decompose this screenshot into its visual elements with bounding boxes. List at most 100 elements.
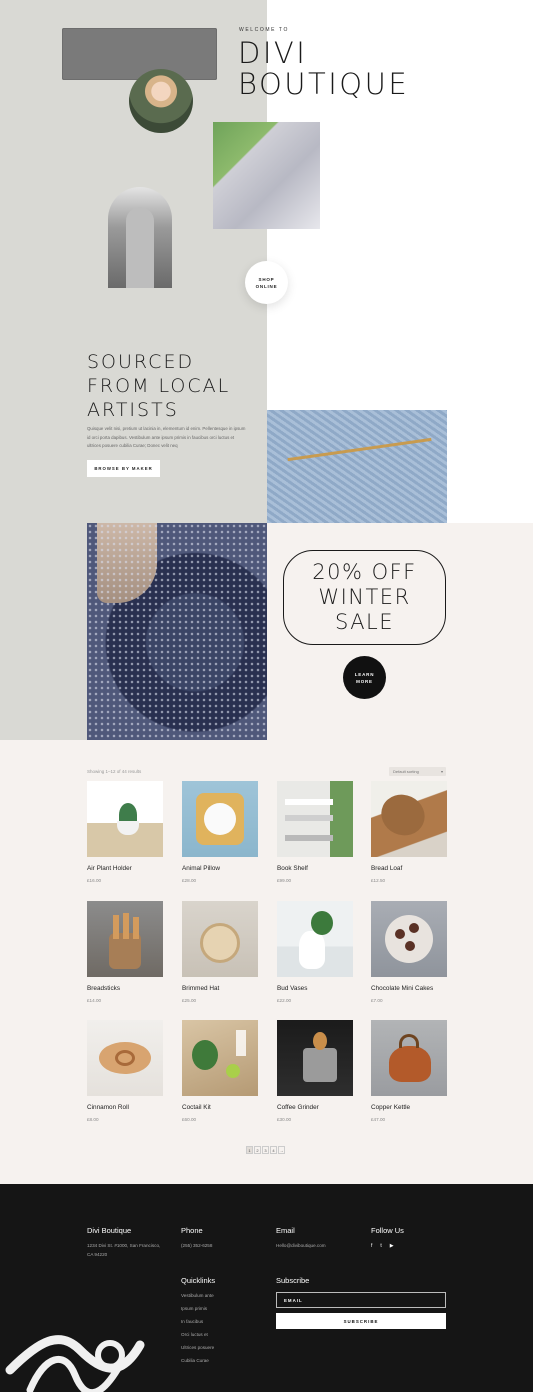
- page-link-4[interactable]: 4: [270, 1146, 277, 1154]
- cocktail-image[interactable]: [182, 1020, 258, 1096]
- shop-online-label-1: SHOP: [258, 276, 275, 282]
- floral-pattern: [87, 523, 267, 740]
- product-price: £99.00: [277, 878, 292, 883]
- page-link-3[interactable]: 3: [262, 1146, 269, 1154]
- blouse-photo: [87, 523, 267, 740]
- footer-follow-col: Follow Us f t ▶: [371, 1226, 404, 1249]
- kettle-image[interactable]: [371, 1020, 447, 1096]
- product-name[interactable]: Bread Loaf: [371, 865, 447, 872]
- product-card[interactable]: Bread Loaf £12.50: [371, 781, 447, 883]
- product-name[interactable]: Brimmed Hat: [182, 985, 258, 992]
- shop-online-label-2: ONLINE: [255, 283, 278, 289]
- sort-value: Default sorting: [393, 769, 419, 774]
- product-price: £47.00: [371, 1117, 386, 1122]
- quicklink-3[interactable]: In faucibus: [181, 1315, 215, 1328]
- sourced-body-text: Quisque velit nisi, pretium ut lacinia i…: [87, 426, 246, 448]
- roll-image[interactable]: [87, 1020, 163, 1096]
- product-price: £12.50: [371, 878, 386, 883]
- plant-holder-image[interactable]: [87, 781, 163, 857]
- product-name[interactable]: Animal Pillow: [182, 865, 258, 872]
- product-card[interactable]: Coffee Grinder £30.00: [277, 1020, 353, 1122]
- product-price: £7.00: [371, 998, 383, 1003]
- sale-line-1: 20% OFF: [312, 560, 417, 584]
- breadsticks-image[interactable]: [87, 901, 163, 977]
- browse-by-maker-button[interactable]: BROWSE BY MAKER: [87, 460, 160, 477]
- page-link-1[interactable]: 1: [246, 1146, 253, 1154]
- pillow-image[interactable]: [182, 781, 258, 857]
- product-card[interactable]: Book Shelf £99.00: [277, 781, 353, 883]
- learn-more-label-2: MORE: [356, 678, 373, 684]
- figure-silhouette: [126, 207, 154, 288]
- social-links: f t ▶: [371, 1243, 404, 1249]
- arch-portrait-image: [108, 187, 172, 288]
- learn-more-label-1: LEARN: [354, 671, 375, 677]
- product-price: £25.00: [182, 998, 197, 1003]
- product-name[interactable]: Copper Kettle: [371, 1104, 447, 1111]
- sourced-title-line-2: FROM LOCAL: [87, 375, 231, 397]
- product-name[interactable]: Coctail Kit: [182, 1104, 258, 1111]
- facebook-icon[interactable]: f: [371, 1243, 372, 1249]
- product-price: £16.00: [87, 878, 102, 883]
- footer-phone-title: Phone: [181, 1226, 203, 1235]
- product-price: £8.00: [87, 1117, 99, 1122]
- product-card[interactable]: Brimmed Hat £25.00: [182, 901, 258, 1003]
- product-name[interactable]: Coffee Grinder: [277, 1104, 353, 1111]
- denim-seam: [287, 437, 432, 462]
- quicklink-4[interactable]: Orci luctus et: [181, 1328, 215, 1341]
- page-link-2[interactable]: 2: [254, 1146, 261, 1154]
- vases-image[interactable]: [277, 901, 353, 977]
- email-field[interactable]: EMAIL: [276, 1292, 446, 1308]
- product-card[interactable]: Air Plant Holder £16.00: [87, 781, 163, 883]
- product-name[interactable]: Cinnamon Roll: [87, 1104, 163, 1111]
- hat-image[interactable]: [182, 901, 258, 977]
- results-count: Showing 1–12 of 44 results: [87, 769, 142, 774]
- cakes-image[interactable]: [371, 901, 447, 977]
- subscribe-button[interactable]: SUBSCRIBE: [276, 1313, 446, 1329]
- product-name[interactable]: Chocolate Mini Cakes: [371, 985, 447, 992]
- product-card[interactable]: Chocolate Mini Cakes £7.00: [371, 901, 447, 1003]
- sourced-title: SOURCED FROM LOCAL ARTISTS: [87, 350, 230, 422]
- product-card[interactable]: Cinnamon Roll £8.00: [87, 1020, 163, 1122]
- youtube-icon[interactable]: ▶: [390, 1243, 394, 1249]
- sale-line-3: SALE: [334, 610, 395, 634]
- product-card[interactable]: Bud Vases £22.00: [277, 901, 353, 1003]
- learn-more-button[interactable]: LEARN MORE: [343, 656, 386, 699]
- quicklink-2[interactable]: Ipsum primis: [181, 1302, 215, 1315]
- product-name[interactable]: Air Plant Holder: [87, 865, 163, 872]
- brush-stroke-decoration: [62, 28, 217, 80]
- quicklink-6[interactable]: Cubilia Curae: [181, 1354, 215, 1367]
- twitter-icon[interactable]: t: [380, 1243, 381, 1249]
- footer-phone[interactable]: (255) 352-6258: [181, 1241, 212, 1250]
- quicklink-5[interactable]: Ultrices posuere: [181, 1341, 215, 1354]
- bread-image[interactable]: [371, 781, 447, 857]
- quicklink-1[interactable]: Vestibulum ante: [181, 1289, 215, 1302]
- shelf-image[interactable]: [277, 781, 353, 857]
- chevron-down-icon: ▾: [440, 769, 443, 774]
- footer-phone-col: Phone (255) 352-6258: [181, 1226, 212, 1250]
- product-price: £28.00: [182, 878, 197, 883]
- product-price: £30.00: [277, 1117, 292, 1122]
- hero-title-line-2: BOUTIQUE: [238, 67, 410, 101]
- product-card[interactable]: Breadsticks £14.00: [87, 901, 163, 1003]
- next-page-icon[interactable]: →: [278, 1146, 285, 1154]
- hero-title-line-1: DIVI: [238, 36, 308, 70]
- denim-photo: [267, 410, 447, 523]
- sweater-photo: [213, 122, 320, 229]
- product-card[interactable]: Coctail Kit £60.00: [182, 1020, 258, 1122]
- product-name[interactable]: Book Shelf: [277, 865, 353, 872]
- product-price: £22.00: [277, 998, 292, 1003]
- footer-brand-col: Divi Boutique 1234 Divi St. #1000, San F…: [87, 1226, 167, 1259]
- quicklinks-list: Vestibulum ante Ipsum primis In faucibus…: [181, 1289, 215, 1367]
- product-name[interactable]: Breadsticks: [87, 985, 163, 992]
- product-card[interactable]: Animal Pillow £28.00: [182, 781, 258, 883]
- product-card[interactable]: Copper Kettle £47.00: [371, 1020, 447, 1122]
- product-price: £14.00: [87, 998, 102, 1003]
- sort-dropdown[interactable]: Default sorting ▾: [389, 767, 446, 776]
- footer-email[interactable]: Hello@diviboutique.com: [276, 1241, 326, 1250]
- product-name[interactable]: Bud Vases: [277, 985, 353, 992]
- shop-online-button[interactable]: SHOP ONLINE: [245, 261, 288, 304]
- product-price: £60.00: [182, 1117, 197, 1122]
- brush-scribble-decoration: [5, 1335, 145, 1392]
- grinder-image[interactable]: [277, 1020, 353, 1096]
- footer-subscribe-title: Subscribe: [276, 1276, 310, 1285]
